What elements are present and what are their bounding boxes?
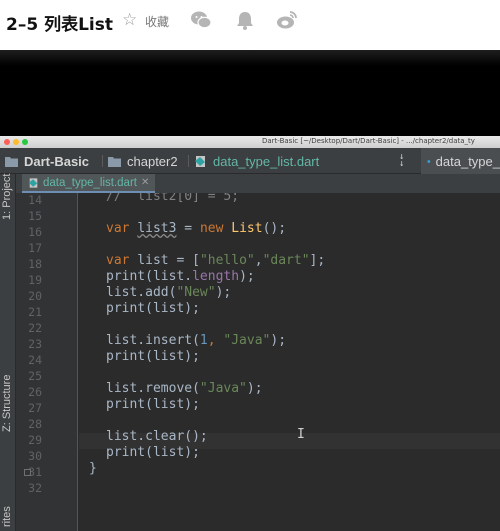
line-number: 20 [28,289,42,303]
maximize-window-button[interactable] [22,139,28,145]
line-number: 25 [28,369,42,383]
code-line-30: print(list); [106,445,200,460]
video-player[interactable]: Dart-Basic [~/Desktop/Dart/Dart-Basic] -… [0,50,500,531]
fold-icon[interactable] [24,469,31,476]
article-header: 2–5 列表List ☆ 收藏 [0,0,500,50]
folder-icon [108,156,121,167]
breadcrumb-file-label: data_type_list.dart [213,153,320,169]
code-line-27: print(list); [106,397,200,412]
breadcrumb-chapter-label: chapter2 [127,153,178,169]
code-line-29: list.clear(); [106,429,208,444]
navigation-bar: Dart-Basic chapter2 data_type_list.dart … [0,148,500,174]
code-line-26: list.remove("Java"); [106,381,263,396]
dart-file-icon [427,159,431,163]
line-number: 22 [28,321,42,335]
minimize-window-button[interactable] [13,139,19,145]
dart-file-icon [28,177,38,188]
line-number: 24 [28,353,42,367]
bell-icon[interactable] [234,9,256,31]
editor-tab-label: data_type_list.dart [43,176,137,189]
line-number: 16 [28,225,42,239]
editor-tab-right-label: data_type_ [435,153,500,169]
sort-icon[interactable]: ↓ ↓ [399,153,404,169]
close-tab-icon[interactable]: ✕ [141,177,149,188]
code-line-21: print(list); [106,301,200,316]
text-cursor-icon: I [297,427,305,442]
code-line-16: var list3 = new List(); [106,221,287,236]
favorite-label[interactable]: 收藏 [145,13,169,30]
code-line-24: print(list); [106,349,200,364]
line-number: 29 [28,433,42,447]
breadcrumb-separator [188,155,189,167]
tool-window-strip: 1: Project Z: Structure rites [0,174,16,531]
close-window-button[interactable] [4,139,10,145]
line-number: 19 [28,273,42,287]
editor-tab-bar: data_type_list.dart ✕ [16,174,500,193]
wechat-icon[interactable] [190,9,212,31]
page-title: 2–5 列表List [6,15,113,35]
line-number: 26 [28,385,42,399]
line-number-gutter: 14 15 16 17 18 19 20 21 22 23 24 25 26 2… [16,193,78,531]
line-number: 23 [28,337,42,351]
breadcrumb-project[interactable]: Dart-Basic [5,148,89,174]
dart-file-icon [195,155,205,167]
folder-icon [5,156,18,167]
code-line-31: } [89,461,97,476]
line-number: 27 [28,401,42,415]
window-title: Dart-Basic [~/Desktop/Dart/Dart-Basic] -… [262,137,475,145]
breadcrumb-file[interactable]: data_type_list.dart [194,148,319,174]
code-line-18: var list = ["hello","dart"]; [106,253,326,268]
code-line-19: print(list.length); [106,269,255,284]
ide-window: Dart-Basic [~/Desktop/Dart/Dart-Basic] -… [0,136,500,531]
video-letterbox [0,50,500,136]
code-editor[interactable]: // list2[0] = 5; var list3 = new List();… [79,193,500,531]
line-number: 21 [28,305,42,319]
code-line-14: // list2[0] = 5; [106,193,240,204]
star-icon[interactable]: ☆ [122,10,137,30]
line-number: 28 [28,417,42,431]
window-titlebar: Dart-Basic [~/Desktop/Dart/Dart-Basic] -… [0,136,500,148]
code-line-20: list.add("New"); [106,285,232,300]
breadcrumb-chapter[interactable]: chapter2 [108,148,178,174]
project-tool-button[interactable]: 1: Project [1,174,13,220]
editor-tab-right[interactable]: data_type_ [421,148,500,174]
editor-tab-active[interactable]: data_type_list.dart ✕ [22,174,156,193]
favorites-tool-button[interactable]: rites [1,506,13,527]
line-number: 30 [28,449,42,463]
line-number: 14 [28,193,42,207]
line-number: 32 [28,481,42,495]
line-number: 17 [28,241,42,255]
breadcrumb-project-label: Dart-Basic [24,153,90,169]
line-number: 18 [28,257,42,271]
structure-tool-button[interactable]: Z: Structure [1,375,13,432]
video-top-shadow [0,50,500,66]
code-line-23: list.insert(1, "Java"); [106,333,287,348]
breadcrumb-separator [102,155,103,167]
weibo-icon[interactable] [276,9,298,31]
line-number: 15 [28,209,42,223]
